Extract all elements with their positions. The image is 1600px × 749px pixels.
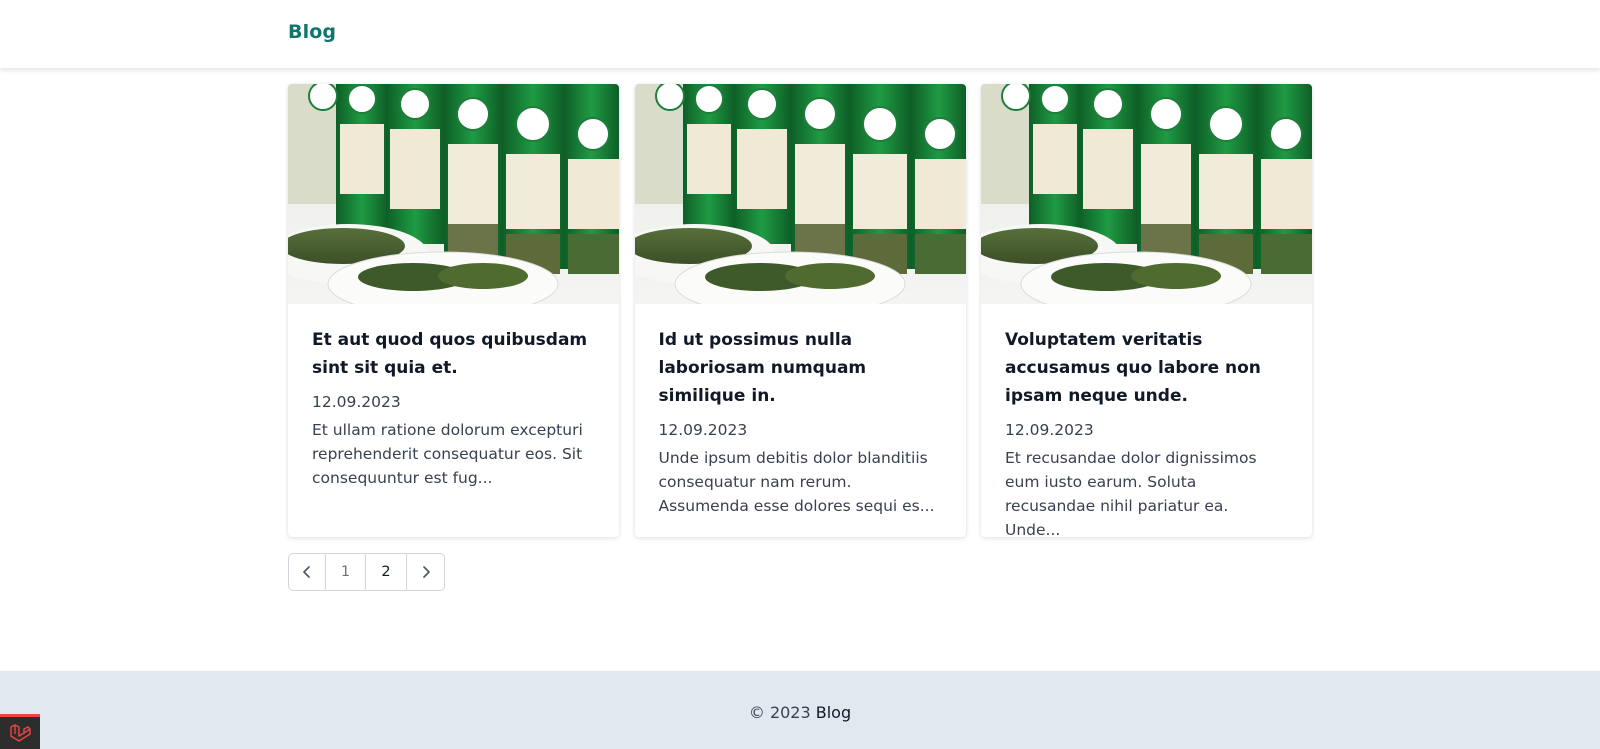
pagination-page-1[interactable]: 1 [326,554,366,590]
post-title[interactable]: Voluptatem veritatis accusamus quo labor… [1005,326,1288,410]
post-title[interactable]: Et aut quod quos quibusdam sint sit quia… [312,326,595,382]
post-excerpt: Et recusandae dolor dignissimos eum iust… [1005,449,1257,537]
top-navbar: Blog [0,0,1600,68]
post-card[interactable]: Et aut quod quos quibusdam sint sit quia… [288,84,619,537]
pagination-prev-button[interactable] [289,554,326,590]
page-footer: © 2023 Blog [0,671,1600,749]
pagination: 1 2 [288,553,445,591]
footer-copyright-prefix: © 2023 [748,703,816,722]
post-card[interactable]: Voluptatem veritatis accusamus quo labor… [981,84,1312,537]
post-thumbnail-image [288,84,619,304]
pagination-page-2-current[interactable]: 2 [366,554,407,590]
pagination-next-button[interactable] [407,554,444,590]
chevron-left-icon [303,566,310,578]
post-excerpt: Unde ipsum debitis dolor blanditiis cons… [658,449,935,515]
post-date: 12.09.2023 [1005,421,1094,439]
post-card[interactable]: Id ut possimus nulla laboriosam numquam … [634,84,966,537]
brand-logo-link[interactable]: Blog [288,21,336,43]
debugbar-toggle-button[interactable] [0,714,40,749]
post-thumbnail-image [981,84,1312,304]
footer-copyright: © 2023 Blog [0,703,1600,722]
laravel-logo-icon [10,724,31,742]
post-date: 12.09.2023 [312,393,401,411]
footer-brand: Blog [815,703,852,722]
post-excerpt: Et ullam ratione dolorum excepturi repre… [312,421,583,487]
post-grid: Et aut quod quos quibusdam sint sit quia… [288,84,1312,537]
post-title[interactable]: Id ut possimus nulla laboriosam numquam … [659,326,942,410]
post-thumbnail-image [634,84,966,304]
post-date: 12.09.2023 [658,421,748,439]
chevron-right-icon [422,566,430,578]
